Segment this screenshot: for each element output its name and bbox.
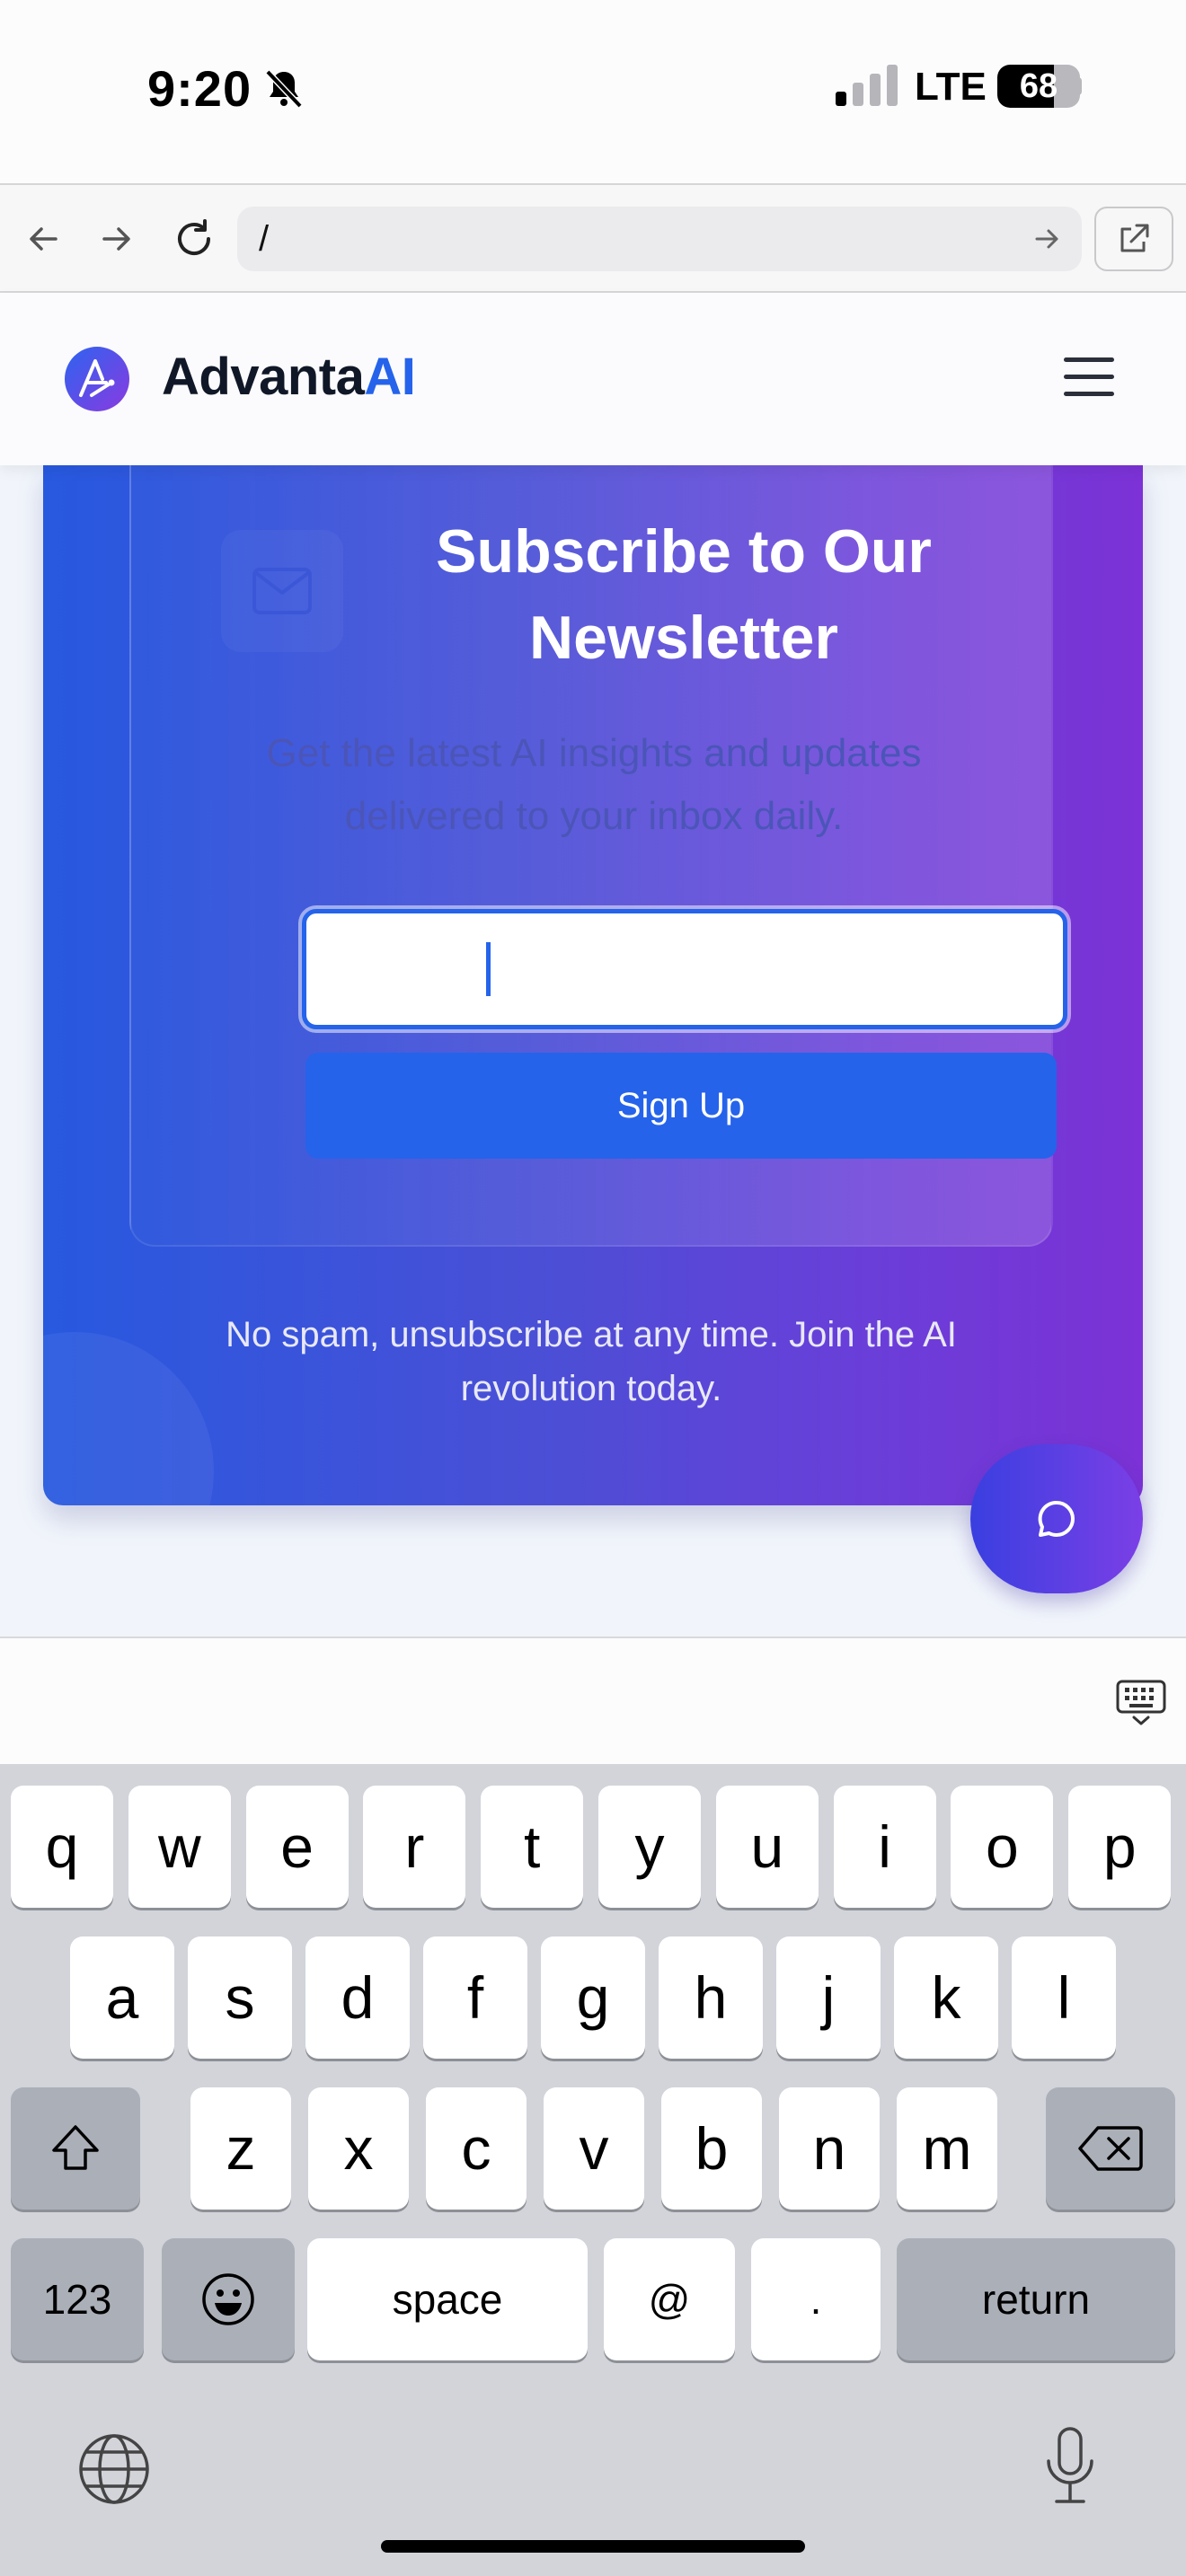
emoji-icon	[202, 2273, 254, 2325]
key-z[interactable]: z	[190, 2087, 291, 2210]
key-g[interactable]: g	[541, 1936, 645, 2059]
home-indicator	[381, 2540, 805, 2553]
reload-button[interactable]	[167, 212, 221, 266]
backspace-key[interactable]	[1046, 2087, 1175, 2210]
logo-glyph-icon	[79, 359, 115, 397]
key-s[interactable]: s	[188, 1936, 292, 2059]
email-input[interactable]	[302, 909, 1067, 1029]
status-time: 9:20	[147, 60, 252, 117]
mail-icon	[252, 568, 312, 614]
arrow-right-icon[interactable]	[1031, 223, 1064, 255]
chat-button[interactable]	[970, 1444, 1143, 1593]
space-key[interactable]: space	[307, 2238, 588, 2360]
key-r[interactable]: r	[363, 1786, 466, 1908]
key-y[interactable]: y	[598, 1786, 701, 1908]
open-external-button[interactable]	[1094, 207, 1173, 271]
dot-key[interactable]: .	[751, 2238, 881, 2360]
newsletter-subtitle: Get the latest AI insights and updates d…	[266, 731, 922, 838]
mail-tile	[221, 530, 343, 652]
forward-icon	[102, 227, 130, 251]
key-o[interactable]: o	[951, 1786, 1054, 1908]
key-x[interactable]: x	[308, 2087, 409, 2210]
url-text: /	[259, 219, 270, 259]
forward-button[interactable]	[90, 212, 144, 266]
brand-name[interactable]: AdvantaAI	[162, 347, 416, 407]
key-v[interactable]: v	[544, 2087, 644, 2210]
key-p[interactable]: p	[1068, 1786, 1172, 1908]
key-h[interactable]: h	[659, 1936, 763, 2059]
bell-slash-icon	[265, 69, 303, 109]
newsletter-fine-print: No spam, unsubscribe at any time. Join t…	[226, 1315, 957, 1408]
key-j[interactable]: j	[776, 1936, 881, 2059]
browser-toolbar: /	[0, 183, 1186, 293]
key-n[interactable]: n	[779, 2087, 880, 2210]
key-d[interactable]: d	[305, 1936, 410, 2059]
backspace-icon	[1078, 2126, 1143, 2171]
key-u[interactable]: u	[715, 1786, 819, 1908]
numbers-key[interactable]: 123	[11, 2238, 144, 2360]
emoji-key[interactable]	[162, 2238, 295, 2360]
chat-icon	[1038, 1500, 1075, 1537]
text-caret	[486, 942, 491, 996]
battery-level: 68	[1019, 67, 1058, 105]
key-b[interactable]: b	[661, 2087, 762, 2210]
globe-icon[interactable]	[77, 2432, 151, 2506]
key-t[interactable]: t	[481, 1786, 584, 1908]
battery-tip	[1075, 77, 1082, 95]
microphone-icon[interactable]	[1042, 2425, 1098, 2506]
key-a[interactable]: a	[70, 1936, 174, 2059]
sign-up-button[interactable]: Sign Up	[305, 1053, 1057, 1159]
newsletter-card: Subscribe to Our Newsletter Get the late…	[129, 465, 1067, 1247]
menu-icon[interactable]	[1064, 357, 1114, 401]
shift-key[interactable]	[11, 2087, 140, 2210]
reload-icon	[178, 219, 210, 255]
key-c[interactable]: c	[426, 2087, 527, 2210]
return-key[interactable]: return	[897, 2238, 1175, 2360]
external-link-icon	[1120, 224, 1149, 252]
key-w[interactable]: w	[128, 1786, 231, 1908]
keyboard-accessory-bar	[0, 1636, 1186, 1764]
brand-accent: AI	[364, 348, 416, 406]
key-q[interactable]: q	[11, 1786, 113, 1908]
key-f[interactable]: f	[423, 1936, 527, 2059]
key-i[interactable]: i	[833, 1786, 936, 1908]
signal-icon	[836, 65, 898, 106]
status-bar: 9:20 LTE 68	[0, 0, 1186, 183]
back-button[interactable]	[16, 212, 70, 266]
shift-icon	[52, 2125, 99, 2170]
at-key[interactable]: @	[604, 2238, 735, 2360]
network-label: LTE	[915, 65, 987, 109]
url-field[interactable]: /	[237, 207, 1082, 271]
key-l[interactable]: l	[1012, 1936, 1116, 2059]
key-m[interactable]: m	[897, 2087, 997, 2210]
battery-indicator: 68	[997, 65, 1080, 108]
brand-main: Advanta	[162, 348, 365, 406]
back-icon	[30, 227, 58, 251]
key-k[interactable]: k	[894, 1936, 998, 2059]
newsletter-section: Subscribe to Our Newsletter Get the late…	[43, 465, 1143, 1505]
newsletter-title: Subscribe to Our Newsletter	[436, 517, 932, 672]
keyboard-dismiss-icon[interactable]	[1114, 1678, 1168, 1728]
key-e[interactable]: e	[245, 1786, 349, 1908]
logo-icon[interactable]	[65, 347, 129, 411]
